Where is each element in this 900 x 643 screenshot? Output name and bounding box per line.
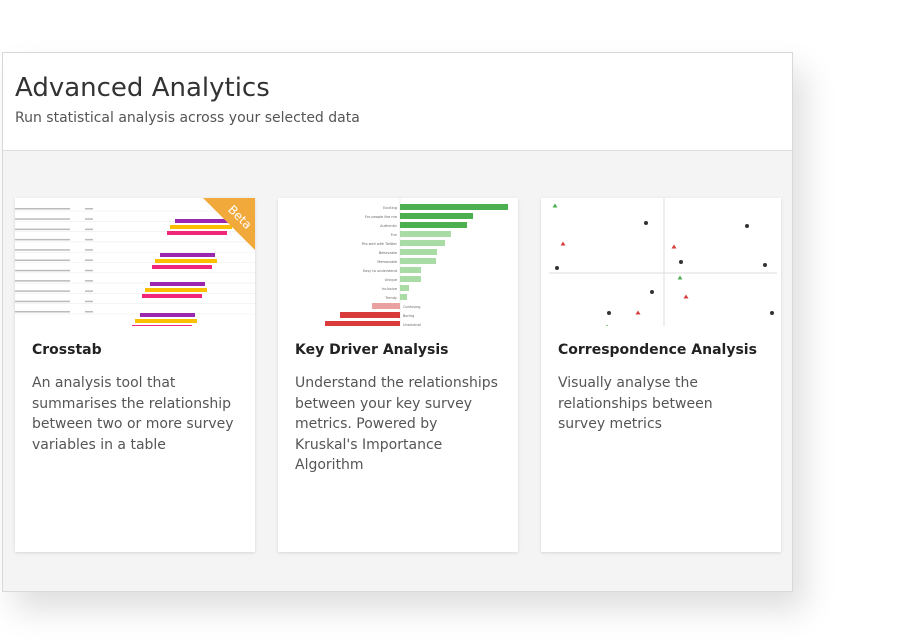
driver-bar	[400, 249, 437, 255]
table-cell-placeholder	[85, 280, 93, 282]
correspondence-preview	[541, 198, 781, 326]
table-cell-placeholder	[85, 290, 93, 292]
driver-label: Easy to understand	[363, 269, 397, 273]
bar-yellow	[170, 225, 232, 229]
table-cell-placeholder	[85, 228, 93, 231]
driver-label: Confusing	[403, 305, 421, 309]
card-key-driver-analysis[interactable]: Exciting For people like me Authentic Fun Fi…	[278, 198, 518, 552]
card-description: Understand the relationships between you…	[295, 375, 498, 473]
metric-point	[552, 203, 558, 208]
driver-label: Unique	[385, 278, 397, 282]
category-point	[763, 263, 767, 267]
driver-bar	[400, 222, 467, 228]
table-cell-placeholder	[85, 311, 93, 313]
driver-bar	[400, 204, 508, 210]
bar-pink	[142, 294, 202, 298]
driver-label: Unoriginal	[403, 323, 421, 326]
driver-label: Trendy	[384, 296, 397, 300]
driver-bar	[400, 231, 451, 237]
metric-point	[606, 324, 608, 326]
key-driver-preview: Exciting For people like me Authentic Fun Fi…	[278, 198, 518, 326]
bar-yellow	[145, 288, 207, 292]
bar-purple	[150, 282, 205, 286]
table-cell-placeholder	[85, 208, 93, 210]
table-cell-placeholder	[15, 208, 70, 210]
driver-bar	[372, 303, 400, 309]
card-description: An analysis tool that summarises the rel…	[32, 375, 234, 453]
driver-bar	[400, 294, 407, 300]
driver-bar	[400, 213, 473, 219]
category-point	[679, 260, 683, 264]
table-cell-placeholder	[15, 300, 70, 303]
driver-label: For people like me	[365, 215, 397, 219]
table-cell-placeholder	[15, 218, 70, 220]
table-cell-placeholder	[85, 238, 93, 241]
driver-label: Fits well with Twitter	[362, 242, 398, 246]
metric-point	[671, 244, 677, 249]
card-correspondence-analysis[interactable]: Correspondence Analysis Visually analyse…	[541, 198, 781, 552]
driver-label: Boring	[403, 314, 414, 318]
category-point	[650, 290, 654, 294]
table-cell-placeholder	[15, 269, 70, 272]
table-cell-placeholder	[85, 300, 93, 303]
driver-label: Memorable	[377, 260, 397, 264]
metric-point	[683, 294, 689, 299]
page-header: Advanced Analytics Run statistical analy…	[3, 53, 792, 151]
card-title: Key Driver Analysis	[295, 342, 449, 358]
table-cell-placeholder	[85, 249, 93, 251]
advanced-analytics-panel: Advanced Analytics Run statistical analy…	[2, 52, 793, 592]
table-cell-placeholder	[15, 238, 70, 241]
driver-label: Fun	[391, 233, 397, 237]
driver-bar	[400, 240, 445, 246]
category-point	[770, 311, 774, 315]
driver-bar	[340, 312, 400, 318]
table-cell-placeholder	[15, 311, 70, 313]
bar-pink	[167, 231, 227, 235]
driver-label: Authentic	[380, 224, 397, 228]
category-point	[745, 224, 749, 228]
bar-pink	[152, 265, 212, 269]
table-cell-placeholder	[85, 259, 93, 261]
table-cell-placeholder	[15, 249, 70, 251]
table-cell-placeholder	[15, 259, 70, 261]
card-description: Visually analyse the relationships betwe…	[558, 375, 713, 432]
driver-bar	[325, 321, 400, 326]
bar-purple	[140, 313, 195, 317]
metric-point	[560, 241, 566, 246]
table-cell-placeholder	[85, 269, 93, 272]
bar-purple	[175, 219, 230, 223]
table-cell-placeholder	[15, 280, 70, 282]
metric-point	[677, 275, 683, 280]
page-title: Advanced Analytics	[15, 73, 270, 103]
bar-yellow	[155, 259, 217, 263]
page-subtitle: Run statistical analysis across your sel…	[15, 110, 360, 126]
table-cell-placeholder	[15, 290, 70, 292]
category-point	[607, 311, 611, 315]
table-cell-placeholder	[85, 218, 93, 220]
card-title: Crosstab	[32, 342, 102, 358]
driver-label: Believable	[379, 251, 397, 255]
card-crosstab[interactable]: Beta Crosstab An analysis tool that summ…	[15, 198, 255, 552]
table-cell-placeholder	[15, 228, 70, 231]
card-title: Correspondence Analysis	[558, 342, 757, 358]
driver-bar	[400, 267, 421, 273]
driver-bar	[400, 285, 409, 291]
driver-bar	[400, 258, 436, 264]
driver-label: Inclusive	[382, 287, 397, 291]
driver-bar	[400, 276, 421, 282]
metric-point	[635, 310, 641, 315]
category-point	[555, 266, 559, 270]
crosstab-preview: Beta	[15, 198, 255, 326]
category-point	[644, 221, 648, 225]
bar-purple	[160, 253, 215, 257]
bar-pink	[132, 325, 192, 326]
bar-yellow	[135, 319, 197, 323]
driver-label: Exciting	[383, 206, 397, 210]
